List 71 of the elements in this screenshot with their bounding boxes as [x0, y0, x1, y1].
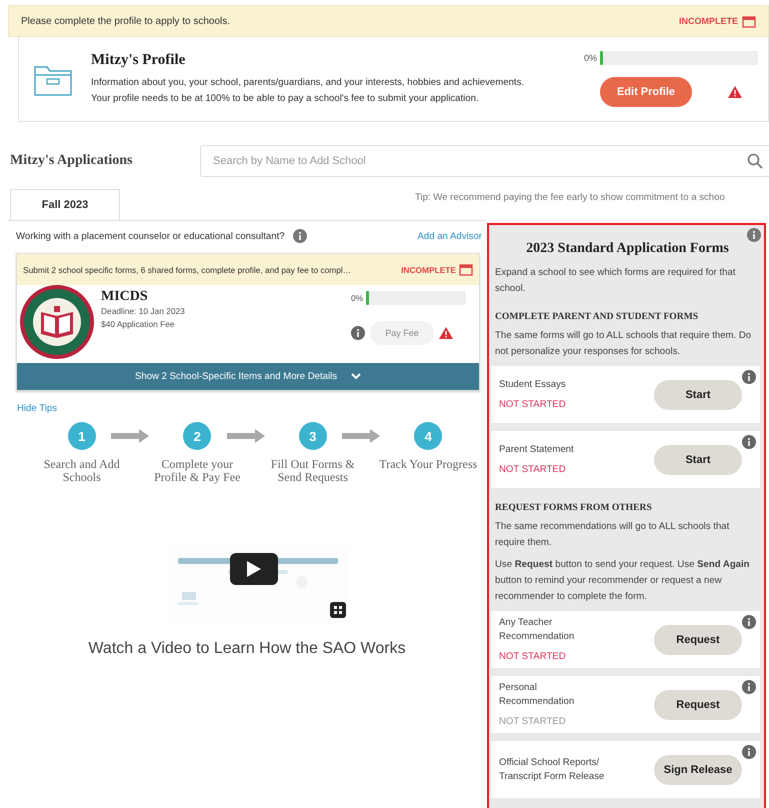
- form-action-button[interactable]: Request: [654, 690, 742, 720]
- form-action-button[interactable]: Start: [654, 380, 742, 410]
- form-name: Parent Statement: [499, 442, 575, 456]
- search-field[interactable]: Search by Name to Add School: [200, 145, 769, 177]
- form-status: NOT STARTED: [499, 462, 567, 476]
- step-number: 4: [414, 422, 442, 450]
- section-note: The same forms will go to ALL schools that require them. Do not personalize your responses for schools.: [495, 329, 752, 359]
- play-button[interactable]: [230, 553, 278, 585]
- progress-label: 0%: [584, 53, 598, 63]
- arrow-icon: [342, 429, 380, 443]
- calendar-icon: [459, 263, 473, 276]
- form-status: NOT STARTED: [499, 650, 567, 664]
- form-name: Any Teacher Recommendation: [499, 616, 576, 644]
- deadline-text: Deadline: 10 Jan 2023: [101, 305, 186, 318]
- info-icon: [742, 370, 756, 384]
- info-icon: [292, 229, 307, 243]
- step-label: Fill Out Forms & Send Requests: [270, 458, 356, 484]
- panel-title: 2023 Standard Application Forms: [525, 241, 730, 257]
- profile-description: Your profile needs to be at 100% to be able to pay a school's fee to submit your application.: [91, 92, 480, 106]
- step-label: Track Your Progress: [378, 458, 478, 471]
- form-action-button[interactable]: Start: [654, 444, 742, 474]
- step-number: 2: [183, 422, 212, 450]
- chevron-down-icon: [351, 373, 362, 380]
- search-icon: [747, 153, 763, 169]
- form-status: NOT STARTED: [499, 398, 567, 412]
- arrow-icon: [111, 429, 149, 443]
- warning-icon: [728, 86, 742, 98]
- tip-text: Tip: We recommend paying the fee early to show commitment to a schoo: [415, 191, 726, 203]
- form-status: NOT STARTED: [499, 714, 567, 728]
- info-icon: [747, 228, 761, 242]
- notice-text: Please complete the profile to apply to schools.: [21, 16, 230, 26]
- add-advisor-link[interactable]: Add an Advisor: [417, 230, 482, 242]
- form-action-button[interactable]: Request: [654, 624, 742, 654]
- info-icon: [742, 680, 756, 694]
- section-title: Mitzy's Applications: [10, 153, 134, 169]
- notice-text: Submit 2 school specific forms, 6 shared forms, complete profile, and pay fee to compl…: [23, 264, 352, 274]
- section-heading: COMPLETE PARENT AND STUDENT FORMS: [495, 311, 700, 322]
- school-seal-icon: [19, 284, 95, 360]
- profile-title: Mitzy's Profile: [91, 52, 186, 68]
- hide-tips-link[interactable]: Hide Tips: [17, 403, 57, 414]
- play-icon: [246, 560, 262, 578]
- school-name: MICDS: [101, 289, 149, 305]
- profile-description: Information about you, your school, parents/guardians, and your interests, hobbies and achievements.: [91, 76, 526, 90]
- status-label: INCOMPLETE: [678, 16, 738, 26]
- warning-icon: [439, 327, 453, 339]
- step-label: Search and Add Schools: [42, 458, 121, 484]
- form-name: Personal Recommendation: [499, 680, 576, 708]
- info-icon: [742, 745, 756, 759]
- step-number: 3: [298, 422, 327, 450]
- arrow-icon: [226, 429, 264, 443]
- step-number: 1: [68, 422, 96, 450]
- step-label: Complete your Profile & Pay Fee: [153, 458, 242, 484]
- calendar-icon: [742, 14, 756, 28]
- form-action-button[interactable]: Sign Release: [654, 754, 742, 784]
- advisor-prompt: Working with a placement counselor or educational consultant?: [16, 230, 285, 242]
- info-icon: [351, 326, 365, 340]
- section-heading: REQUEST FORMS FROM OTHERS: [495, 502, 653, 513]
- form-name: Student Essays: [499, 378, 567, 392]
- section-note: Use Request button to send your request. Use Send Again button to remind your recommender or request a new recommender to complete the form.: [495, 558, 751, 604]
- section-note: The same recommendations will go to ALL schools that require them.: [495, 520, 730, 550]
- form-name: Official School Reports/ Transcript Form Release: [499, 756, 606, 784]
- status-label: INCOMPLETE: [401, 264, 456, 274]
- video-caption: Watch a Video to Learn How the SAO Works: [87, 640, 407, 658]
- info-icon: [742, 435, 756, 449]
- show-details-button[interactable]: Show 2 School-Specific Items and More Details: [17, 363, 479, 390]
- fullscreen-icon[interactable]: [330, 602, 346, 618]
- fee-text: $40 Application Fee: [101, 318, 176, 331]
- info-icon: [742, 615, 756, 629]
- progress-label: 0%: [351, 293, 364, 303]
- term-tab[interactable]: Fall 2023: [10, 189, 120, 220]
- panel-intro: Expand a school to see which forms are required for that school.: [495, 266, 737, 296]
